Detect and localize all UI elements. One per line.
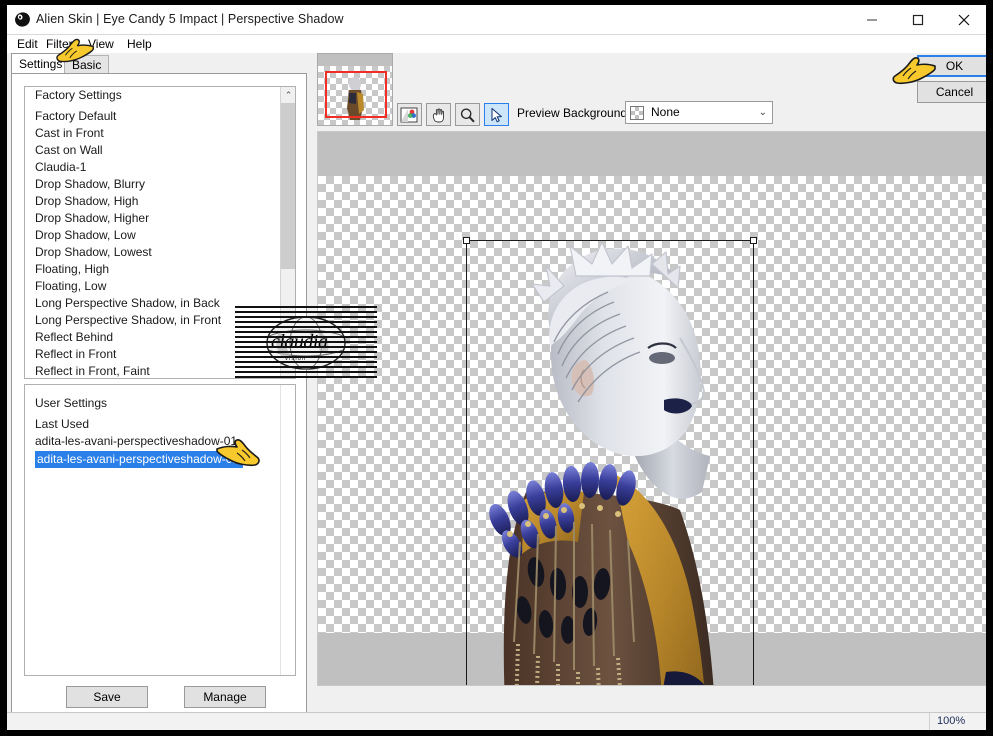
arrow-select-tool-icon[interactable] [484,103,509,126]
preview-background-select[interactable]: None ⌄ [625,101,773,124]
save-button[interactable]: Save [66,686,148,708]
scrollbar-thumb[interactable] [281,103,295,269]
user-settings-list[interactable]: User Settings Last Used adita-les-avani-… [24,384,296,676]
list-item[interactable]: Drop Shadow, Low [25,227,281,244]
window-title: Alien Skin | Eye Candy 5 Impact | Perspe… [36,12,344,26]
hand-pan-tool-icon[interactable] [426,103,451,126]
list-item[interactable]: Floating, Low [25,278,281,295]
cancel-button[interactable]: Cancel [917,81,986,103]
list-item[interactable]: Cast in Front [25,125,281,142]
scroll-up-arrow-icon[interactable]: ⌃ [281,87,295,103]
navigator-view-rectangle[interactable] [325,71,387,118]
preview-panel: Preview Background: None ⌄ OK Cancel [309,53,986,714]
list-item-selected[interactable]: adita-les-avani-perspectiveshadow-02 [35,451,244,468]
minimize-button[interactable] [849,5,895,35]
list-item: Factory Settings [35,88,122,102]
maximize-button[interactable] [895,5,941,35]
alienskin-logo-icon [14,11,31,28]
tab-settings[interactable]: Settings [11,53,71,74]
close-button[interactable] [941,5,986,35]
menu-item-view[interactable]: View [85,36,117,52]
list-item[interactable]: Floating, High [25,261,281,278]
transparency-swatch-icon [630,106,644,120]
preview-canvas[interactable] [317,131,986,686]
status-cell-message [7,713,929,730]
canvas-top-margin [318,132,986,176]
settings-panel: Settings Basic Factory Settings Factory … [7,53,309,714]
tab-basic[interactable]: Basic [64,55,110,74]
list-item[interactable]: Cast on Wall [25,142,281,159]
list-item[interactable]: Drop Shadow, Blurry [25,176,281,193]
menu-item-filter[interactable]: Filter [43,36,76,52]
selection-handle-top-left[interactable] [463,237,470,244]
list-item[interactable]: Drop Shadow, Higher [25,210,281,227]
preview-background-value: None [651,105,680,119]
manage-button[interactable]: Manage [184,686,266,708]
watermark-stripes [235,306,377,381]
compare-preview-tool-icon[interactable] [397,103,422,126]
list-item[interactable]: Factory Default [25,108,281,125]
tab-strip: Settings Basic [7,53,309,74]
preview-background-label: Preview Background: [517,106,631,120]
ok-button[interactable]: OK [917,55,986,77]
selection-bounding-box[interactable] [463,237,757,685]
selection-handle-top-right[interactable] [750,237,757,244]
chevron-down-icon[interactable]: ⌄ [759,107,767,118]
application-window: Alien Skin | Eye Candy 5 Impact | Perspe… [6,4,987,731]
list-item[interactable]: Last Used [25,416,281,433]
list-item[interactable]: Claudia-1 [25,159,281,176]
menu-item-help[interactable]: Help [124,36,155,52]
list-item[interactable]: adita-les-avani-perspectiveshadow-01 [25,433,281,450]
list-item: User Settings [35,396,108,410]
menu-item-edit[interactable]: Edit [14,36,41,52]
list-item[interactable]: Drop Shadow, High [25,193,281,210]
zoom-magnifier-tool-icon[interactable] [455,103,480,126]
status-bar: 100% [7,712,986,730]
menu-bar: Edit Filter View Help [7,35,986,53]
zoom-level-text: 100% [937,715,966,727]
list-item[interactable]: Drop Shadow, Lowest [25,244,281,261]
claudia-watermark: claudia vision [235,306,377,381]
settings-panel-body: Factory Settings Factory Default Cast in… [11,73,307,713]
title-bar: Alien Skin | Eye Candy 5 Impact | Perspe… [7,5,986,35]
navigator-thumbnail[interactable] [317,53,393,126]
user-list-scrollbar[interactable] [280,385,281,675]
